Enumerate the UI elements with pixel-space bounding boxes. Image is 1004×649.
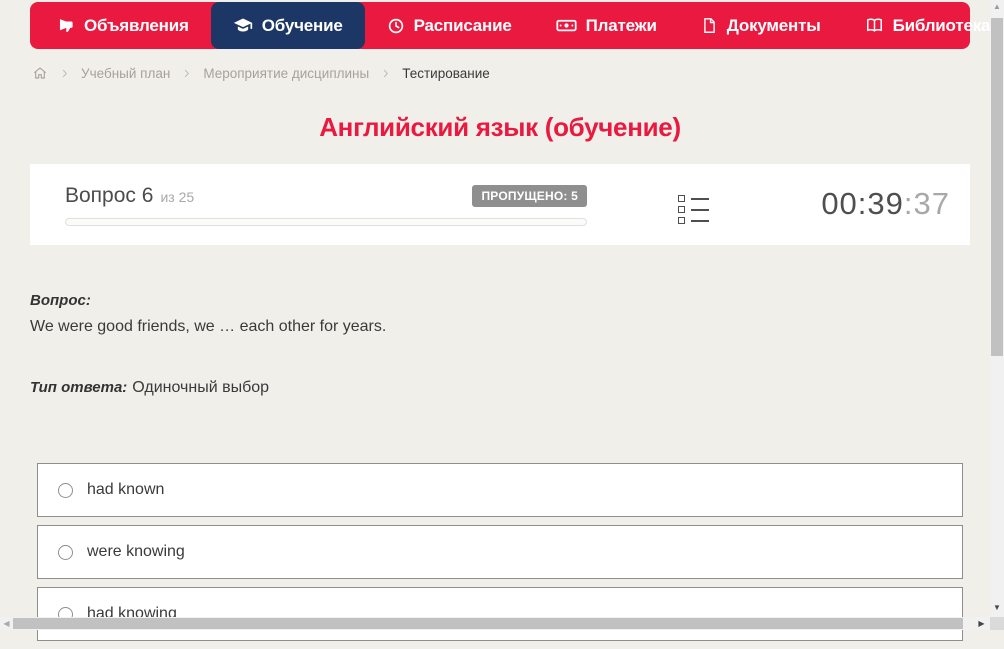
vertical-scrollbar[interactable]: ▲ ▼: [990, 0, 1004, 617]
horizontal-scrollbar[interactable]: ◀ ▶: [0, 617, 990, 630]
answer-option-label: had known: [87, 481, 164, 499]
nav-label: Объявления: [84, 16, 189, 36]
nav-label: Расписание: [414, 16, 512, 36]
top-navbar: Объявления Обучение Расписание Платежи Д…: [30, 2, 970, 49]
horizontal-scrollbar-thumb[interactable]: [13, 618, 963, 629]
open-book-icon: [865, 16, 884, 35]
nav-label: Обучение: [262, 16, 343, 36]
scroll-right-arrow-icon[interactable]: ▶: [975, 617, 988, 630]
question-number: Вопрос 6: [65, 184, 153, 208]
radio-button[interactable]: [58, 483, 73, 498]
answer-type: Тип ответа: Одиночный выбор: [30, 379, 269, 397]
answer-option[interactable]: were knowing: [37, 525, 963, 579]
answer-type-label: Тип ответа:: [30, 379, 127, 396]
question-heading: Вопрос:: [30, 292, 91, 309]
chevron-right-icon: [380, 68, 391, 79]
skipped-badge: ПРОПУЩЕНО: 5: [472, 185, 587, 207]
banknote-icon: [556, 15, 577, 36]
answer-type-value: Одиночный выбор: [132, 379, 269, 396]
question-list-icon: [678, 195, 709, 224]
answer-option[interactable]: had known: [37, 463, 963, 517]
radio-button[interactable]: [58, 545, 73, 560]
question-text: We were good friends, we … each other fo…: [30, 318, 386, 336]
progress-bar: [65, 218, 587, 226]
nav-item-library[interactable]: Библиотека: [843, 2, 1004, 49]
question-total: из 25: [160, 189, 194, 205]
answer-option-label: were knowing: [87, 543, 185, 561]
timer-hours-minutes: 00:39: [821, 186, 904, 221]
graduation-cap-icon: [233, 16, 253, 36]
scroll-up-arrow-icon[interactable]: ▲: [990, 0, 1004, 14]
nav-item-payments[interactable]: Платежи: [534, 2, 679, 49]
timer: 00:39:37: [821, 186, 950, 222]
question-progress-block: Вопрос 6 из 25 ПРОПУЩЕНО: 5: [65, 184, 587, 226]
breadcrumb-item-testing: Тестирование: [402, 66, 490, 81]
nav-label: Документы: [727, 16, 821, 36]
breadcrumb-item-curriculum[interactable]: Учебный план: [81, 66, 170, 81]
nav-label: Платежи: [586, 16, 657, 36]
megaphone-icon: [56, 16, 75, 35]
breadcrumb: Учебный план Мероприятие дисциплины Тест…: [32, 62, 490, 84]
nav-item-learning[interactable]: Обучение: [211, 2, 365, 49]
breadcrumb-item-discipline-event[interactable]: Мероприятие дисциплины: [203, 66, 369, 81]
nav-item-schedule[interactable]: Расписание: [365, 2, 534, 49]
scroll-down-arrow-icon[interactable]: ▼: [990, 601, 1004, 615]
question-header-card: Вопрос 6 из 25 ПРОПУЩЕНО: 5 00:39:37: [30, 164, 970, 245]
nav-item-announcements[interactable]: Объявления: [34, 2, 211, 49]
nav-item-documents[interactable]: Документы: [679, 2, 843, 49]
question-list-button[interactable]: [676, 193, 711, 226]
page-title: Английский язык (обучение): [0, 112, 1000, 143]
timer-seconds: :37: [904, 186, 950, 221]
nav-label: Библиотека: [893, 16, 991, 36]
home-icon[interactable]: [32, 65, 48, 81]
scrollbar-corner: [990, 617, 1004, 630]
scroll-left-arrow-icon[interactable]: ◀: [0, 617, 13, 630]
chevron-right-icon: [59, 68, 70, 79]
vertical-scrollbar-thumb[interactable]: [991, 18, 1003, 356]
chevron-right-icon: [181, 68, 192, 79]
document-icon: [701, 17, 718, 34]
answer-option[interactable]: had knowing: [37, 587, 963, 641]
clock-icon: [387, 17, 405, 35]
